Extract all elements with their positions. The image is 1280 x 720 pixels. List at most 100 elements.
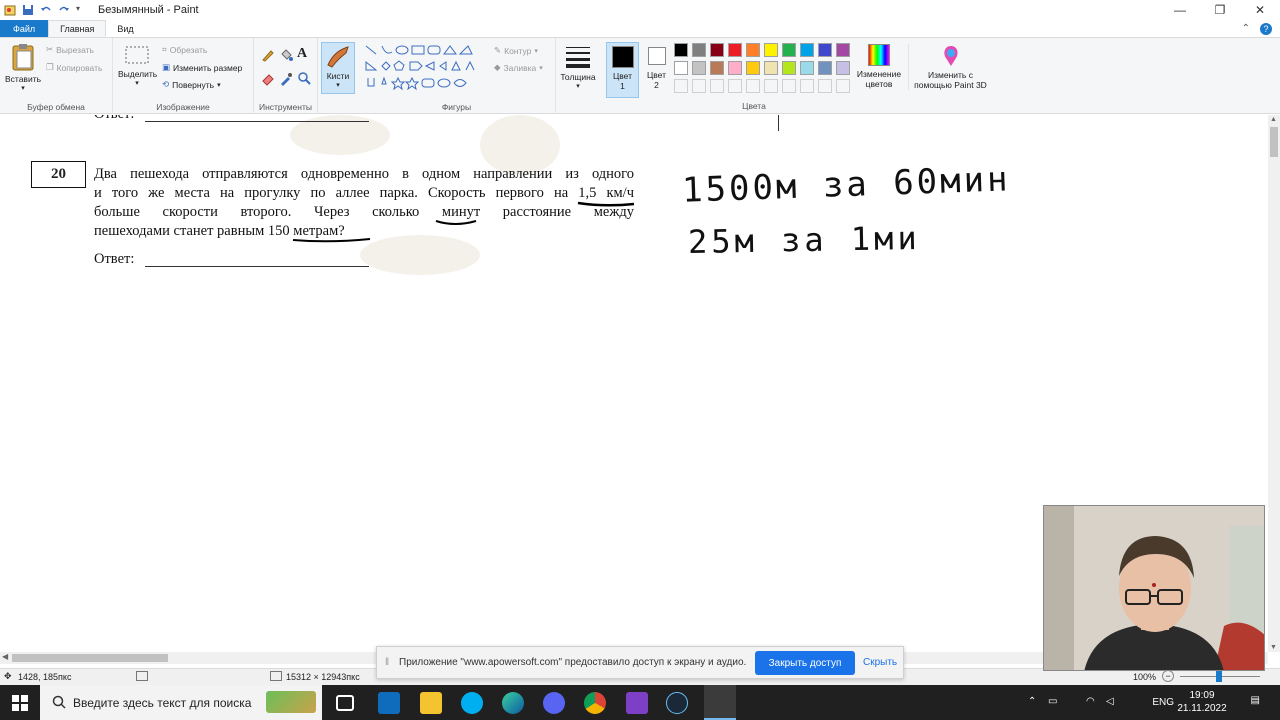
- zoom-out-button[interactable]: −: [1162, 670, 1174, 682]
- maximize-button[interactable]: ❐: [1200, 0, 1240, 20]
- edit-colors-button[interactable]: Изменение цветов: [854, 44, 904, 89]
- chrome-icon[interactable]: [584, 692, 606, 714]
- paint-taskbar-icon[interactable]: [704, 685, 736, 720]
- palette-swatch[interactable]: [782, 61, 796, 75]
- selection-size-icon: [136, 671, 148, 681]
- palette-swatch[interactable]: [782, 43, 796, 57]
- tab-home[interactable]: Главная: [48, 20, 107, 37]
- paste-button[interactable]: Вставить ▾: [4, 42, 42, 92]
- hide-button[interactable]: Скрыть: [863, 657, 897, 668]
- language-indicator[interactable]: ENG: [1152, 697, 1174, 708]
- scroll-left-icon[interactable]: ◀: [2, 652, 8, 661]
- color-picker-icon[interactable]: [279, 72, 293, 86]
- save-icon[interactable]: [22, 4, 34, 16]
- thickness-button[interactable]: Толщина ▾: [560, 44, 596, 90]
- tab-file[interactable]: Файл: [0, 20, 49, 37]
- horizontal-scroll-thumb[interactable]: [12, 654, 168, 662]
- paint3d-button[interactable]: Изменить с помощью Paint 3D: [908, 44, 992, 90]
- network-icon[interactable]: ◠: [1086, 696, 1095, 707]
- palette-empty-swatch[interactable]: [836, 79, 850, 93]
- minimize-button[interactable]: —: [1160, 0, 1200, 20]
- start-button[interactable]: [0, 685, 40, 720]
- task-view-icon[interactable]: [336, 695, 354, 711]
- vertical-scrollbar[interactable]: ▲ ▼: [1268, 115, 1280, 652]
- fill-icon[interactable]: [279, 48, 293, 62]
- palette-empty-swatch[interactable]: [782, 79, 796, 93]
- close-button[interactable]: ✕: [1240, 0, 1280, 20]
- discord-icon[interactable]: [543, 692, 565, 714]
- eraser-icon[interactable]: [261, 72, 275, 86]
- palette-swatch[interactable]: [800, 43, 814, 57]
- palette-swatch[interactable]: [836, 43, 850, 57]
- visual-studio-icon[interactable]: [626, 692, 648, 714]
- volume-icon[interactable]: ◁: [1106, 696, 1114, 707]
- notifications-icon[interactable]: ▤: [1251, 695, 1260, 706]
- resize-button[interactable]: ▣ Изменить размер: [162, 62, 242, 73]
- palette-empty-swatch[interactable]: [710, 79, 724, 93]
- cut-button[interactable]: ✂ Вырезать: [46, 44, 94, 55]
- select-dropdown-icon[interactable]: ▾: [118, 79, 156, 87]
- palette-swatch[interactable]: [728, 61, 742, 75]
- palette-swatch[interactable]: [800, 61, 814, 75]
- color1-button[interactable]: Цвет 1: [606, 42, 639, 98]
- collapse-ribbon-icon[interactable]: ⌃: [1242, 23, 1250, 34]
- drag-handle-icon[interactable]: ‖: [385, 657, 389, 668]
- palette-swatch[interactable]: [764, 61, 778, 75]
- palette-swatch[interactable]: [692, 43, 706, 57]
- palette-swatch[interactable]: [764, 43, 778, 57]
- copy-button[interactable]: ❐ Копировать: [46, 62, 102, 73]
- palette-empty-swatch[interactable]: [800, 79, 814, 93]
- scroll-up-icon[interactable]: ▲: [1270, 116, 1277, 123]
- edge-icon[interactable]: [502, 692, 524, 714]
- palette-swatch[interactable]: [818, 43, 832, 57]
- clock[interactable]: 19:09 21.11.2022: [1172, 689, 1232, 715]
- magnifier-icon[interactable]: [297, 71, 311, 85]
- pencil-icon[interactable]: [261, 48, 275, 62]
- battery-icon[interactable]: ▭: [1048, 696, 1057, 707]
- palette-empty-swatch[interactable]: [746, 79, 760, 93]
- select-button[interactable]: Выделить ▾: [118, 45, 157, 87]
- file-explorer-icon[interactable]: [420, 692, 442, 714]
- zoom-slider-thumb[interactable]: [1216, 670, 1222, 682]
- mail-icon[interactable]: [378, 692, 400, 714]
- rotate-button[interactable]: ⟲ Повернуть ▾: [162, 79, 221, 90]
- palette-swatch[interactable]: [710, 61, 724, 75]
- palette-empty-swatch[interactable]: [764, 79, 778, 93]
- palette-swatch[interactable]: [710, 43, 724, 57]
- palette-swatch[interactable]: [746, 61, 760, 75]
- palette-swatch[interactable]: [818, 61, 832, 75]
- palette-swatch[interactable]: [692, 61, 706, 75]
- customize-quick-access-icon[interactable]: ▾: [76, 4, 88, 16]
- show-hidden-icons[interactable]: ⌃: [1028, 696, 1036, 707]
- palette-swatch[interactable]: [836, 61, 850, 75]
- tab-view[interactable]: Вид: [106, 20, 144, 37]
- palette-empty-swatch[interactable]: [728, 79, 742, 93]
- rotate-dropdown-icon[interactable]: ▾: [217, 81, 221, 89]
- scroll-down-icon[interactable]: ▼: [1270, 644, 1277, 651]
- taskbar-search[interactable]: Введите здесь текст для поиска: [40, 685, 322, 720]
- color2-button[interactable]: Цвет 2: [640, 42, 673, 98]
- palette-swatch[interactable]: [674, 43, 688, 57]
- palette-empty-swatch[interactable]: [692, 79, 706, 93]
- steam-icon[interactable]: [666, 692, 688, 714]
- text-icon[interactable]: A: [297, 46, 307, 62]
- redo-icon[interactable]: [58, 4, 70, 16]
- palette-swatch[interactable]: [674, 61, 688, 75]
- palette-swatch[interactable]: [746, 43, 760, 57]
- outline-button[interactable]: ✎ Контур ▾: [494, 45, 538, 56]
- shapes-gallery[interactable]: [364, 44, 486, 92]
- brushes-dropdown-icon[interactable]: ▾: [322, 81, 354, 89]
- vertical-scroll-thumb[interactable]: [1270, 127, 1278, 157]
- palette-swatch[interactable]: [728, 43, 742, 57]
- paste-dropdown-icon[interactable]: ▾: [4, 84, 42, 92]
- palette-empty-swatch[interactable]: [674, 79, 688, 93]
- crop-button[interactable]: ⌗ Обрезать: [162, 44, 207, 55]
- brushes-button[interactable]: Кисти ▾: [321, 42, 355, 94]
- undo-icon[interactable]: [40, 4, 52, 16]
- close-access-button[interactable]: Закрыть доступ: [755, 651, 855, 675]
- canvas-size-icon: [270, 671, 282, 681]
- skype-icon[interactable]: [461, 692, 483, 714]
- fill-button[interactable]: ◆ Заливка ▾: [494, 62, 543, 73]
- palette-empty-swatch[interactable]: [818, 79, 832, 93]
- help-icon[interactable]: ?: [1260, 22, 1272, 35]
